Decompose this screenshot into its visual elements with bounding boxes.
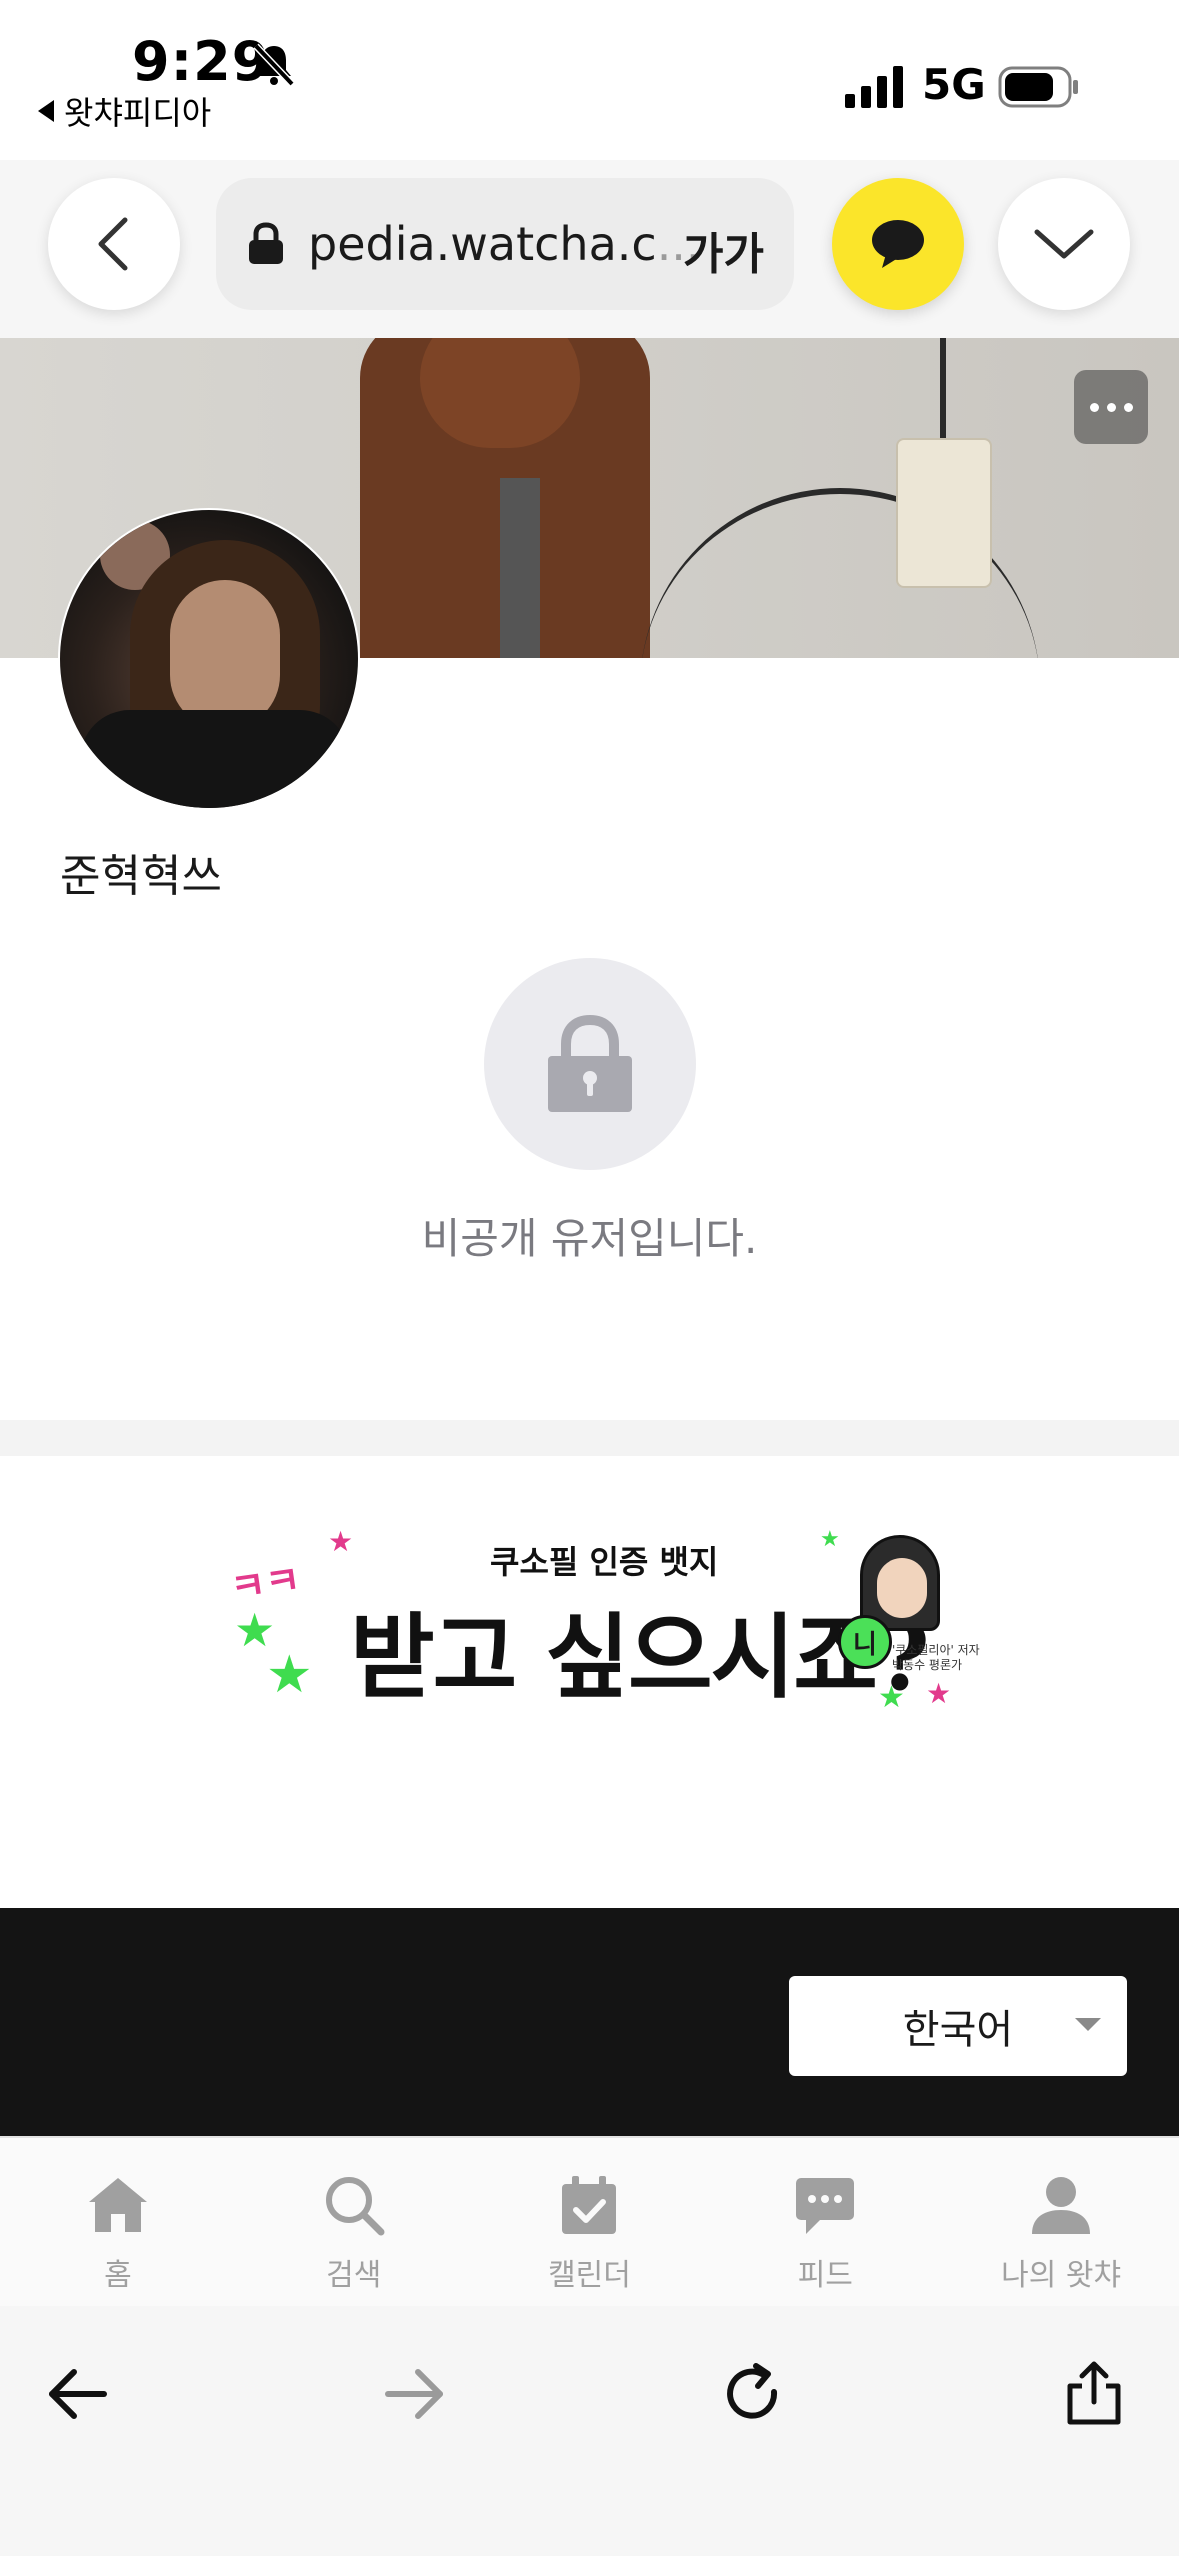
tab-label: 캘린더 (548, 2258, 631, 2293)
more-options-button[interactable] (1074, 370, 1148, 444)
section-divider (0, 1420, 1179, 1456)
status-bar: 9:29 왓챠피디아 5G (0, 0, 1179, 160)
star-icon: ★ (820, 1527, 840, 1552)
banner-subtitle: 쿠소필 인증 뱃지 (490, 1543, 719, 1581)
tab-feed[interactable]: 피드 (707, 2138, 943, 2308)
avatar[interactable] (58, 508, 360, 810)
promo-banner[interactable]: ㅋㅋ ★ ★ ★ ★ ★ ★ 쿠소필 인증 뱃지 받고 싶으시죠? 니 '쿠소필… (220, 1515, 980, 1725)
network-type: 5G (922, 60, 986, 109)
star-icon: ★ (328, 1525, 354, 1558)
back-to-app-link[interactable]: 왓챠피디아 (38, 88, 211, 134)
banner-caption-line1: '쿠소필리아' 저자 (892, 1643, 980, 1657)
browser-forward-button[interactable] (374, 2354, 454, 2434)
cover-outlet (896, 438, 992, 588)
banner-caption: '쿠소필리아' 저자 박동수 평론가 (892, 1643, 982, 1673)
private-user-message: 비공개 유저입니다. (421, 1214, 758, 1263)
username: 준혁혁쓰 (60, 851, 222, 902)
browser-back-button[interactable] (48, 178, 180, 310)
dot-icon (1106, 402, 1116, 412)
language-select-value: 한국어 (902, 2007, 1014, 2053)
cellular-signal-icon (845, 66, 903, 108)
home-icon (88, 2178, 147, 2232)
page-footer: 한국어 (0, 1908, 1179, 2136)
arrow-left-icon (49, 2369, 107, 2419)
caret-down-icon (1075, 2018, 1101, 2031)
tab-home[interactable]: 홈 (0, 2138, 236, 2308)
chevron-left-icon (98, 217, 128, 271)
star-icon: ★ (926, 1677, 952, 1710)
browser-history-back-button[interactable] (38, 2354, 118, 2434)
padlock-icon (548, 1014, 632, 1112)
bottom-tab-bar: 홈 검색 캘린더 피드 나의 왓챠 (0, 2136, 1179, 2306)
tab-label: 검색 (326, 2258, 382, 2293)
critic-face (877, 1558, 927, 1618)
bell-muted-icon (253, 43, 295, 87)
browser-menu-button[interactable] (998, 178, 1130, 310)
star-icon: ★ (266, 1645, 313, 1705)
browser-toolbar: pedia.watcha.c... 가가 (0, 160, 1179, 338)
kakao-chat-button[interactable] (832, 178, 964, 310)
reload-icon (727, 2363, 778, 2419)
cover-pole (500, 478, 540, 658)
back-triangle-icon (38, 100, 54, 122)
text-size-button[interactable]: 가가 (683, 218, 764, 282)
battery-icon (998, 66, 1078, 108)
calendar-icon (562, 2176, 617, 2234)
lock-icon (249, 222, 283, 264)
arrow-right-icon (385, 2369, 443, 2419)
avatar-robe (80, 710, 350, 808)
tab-calendar[interactable]: 캘린더 (472, 2138, 708, 2308)
avatar-face (170, 580, 280, 730)
browser-bottom-bar (0, 2306, 1179, 2556)
tab-search[interactable]: 검색 (236, 2138, 472, 2308)
chevron-down-icon (1034, 229, 1094, 259)
dot-icon (1089, 402, 1099, 412)
tab-my-watcha[interactable]: 나의 왓챠 (943, 2138, 1179, 2308)
url-field[interactable]: pedia.watcha.c... 가가 (216, 178, 794, 310)
speech-bubble-icon (872, 220, 924, 268)
language-select[interactable]: 한국어 (789, 1976, 1127, 2076)
cover-wire-vertical (940, 338, 946, 448)
feed-icon (796, 2178, 855, 2234)
banner-caption-line2: 박동수 평론가 (892, 1658, 963, 1672)
banner-badge: 니 (838, 1615, 892, 1669)
share-button[interactable] (1054, 2354, 1134, 2434)
dot-icon (1123, 402, 1133, 412)
private-lock-badge (484, 958, 696, 1170)
profile-icon (1032, 2177, 1091, 2234)
back-app-label: 왓챠피디아 (64, 94, 212, 132)
tab-label: 홈 (104, 2258, 132, 2293)
share-icon (1067, 2361, 1121, 2425)
tab-label: 피드 (797, 2258, 853, 2293)
reload-button[interactable] (714, 2354, 794, 2434)
search-icon (325, 2177, 385, 2236)
url-text: pedia.watcha.c (308, 217, 657, 271)
tab-label: 나의 왓챠 (1001, 2258, 1122, 2293)
